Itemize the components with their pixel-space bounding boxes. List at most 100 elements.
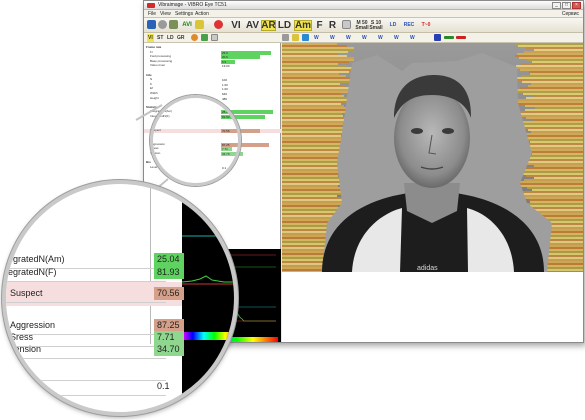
- vi-tab[interactable]: VI: [147, 34, 154, 42]
- chart-icon[interactable]: [195, 20, 204, 29]
- aura-stripe: [282, 79, 355, 81]
- color-bar-green: [444, 36, 454, 39]
- aura-stripe: [282, 71, 349, 73]
- open-icon[interactable]: [158, 20, 167, 29]
- ld-toggle[interactable]: LD: [387, 20, 399, 31]
- stop-icon[interactable]: [214, 20, 223, 29]
- aura-stripe: [518, 99, 583, 101]
- am-button[interactable]: Am: [294, 20, 312, 31]
- aura-stripe: [282, 125, 342, 127]
- save-icon[interactable]: [147, 20, 156, 29]
- aura-stripe: [282, 123, 343, 125]
- color-icon-blue[interactable]: [434, 34, 441, 41]
- parameter-value: 480: [222, 96, 228, 101]
- aura-stripe: [527, 187, 583, 189]
- magnified-histogram: [181, 184, 234, 412]
- aura-stripe: [517, 103, 583, 105]
- graph-icon[interactable]: [342, 20, 351, 29]
- aura-stripe: [282, 143, 344, 145]
- mode-icon[interactable]: [292, 34, 299, 41]
- maximize-button[interactable]: □: [562, 2, 571, 9]
- view-icon[interactable]: [302, 34, 309, 41]
- right-eye: [442, 128, 454, 134]
- w-button-5[interactable]: W: [378, 34, 383, 42]
- minimize-button[interactable]: _: [552, 2, 561, 9]
- magnified-row-separator: [6, 302, 166, 303]
- st-tab[interactable]: ST: [157, 34, 163, 42]
- aura-stripe: [518, 115, 583, 117]
- w-button-7[interactable]: W: [410, 34, 415, 42]
- t-toggle[interactable]: T~0: [420, 20, 432, 31]
- aura-stripe: [282, 57, 354, 59]
- f-button[interactable]: F: [315, 20, 324, 31]
- aura-stripe: [519, 185, 583, 187]
- magnified-label: Bio: [4, 366, 18, 376]
- w-button-1[interactable]: W: [314, 34, 319, 42]
- aura-stripe: [525, 105, 583, 107]
- aura-stripe: [526, 175, 583, 177]
- s10-toggle[interactable]: S 10 Small: [369, 20, 382, 31]
- title-bar[interactable]: Vibraimage - VIBRO Eye TC51 _ □ ×: [144, 1, 583, 10]
- settings-icon[interactable]: [191, 34, 198, 41]
- w-button-6[interactable]: W: [394, 34, 399, 42]
- magnified-value: 70.56: [154, 287, 184, 300]
- aura-stripe: [282, 105, 344, 107]
- avi-button[interactable]: AVI: [180, 20, 194, 31]
- aura-stripe: [527, 59, 583, 61]
- m50-toggle[interactable]: M 50 Small: [355, 20, 368, 31]
- ld-button[interactable]: LD: [277, 20, 292, 31]
- aura-stripe: [528, 129, 583, 131]
- aura-stripe: [517, 123, 583, 125]
- magnified-value: 25.04: [154, 253, 184, 266]
- magnified-value: 81.93: [154, 266, 184, 279]
- menu-view[interactable]: View: [160, 10, 171, 18]
- magnified-row-separator: [6, 358, 166, 359]
- w-button-2[interactable]: W: [330, 34, 335, 42]
- ar-button[interactable]: AR: [261, 20, 276, 31]
- parameter-row: K 1.00: [144, 82, 281, 87]
- grid-icon[interactable]: [211, 34, 218, 41]
- menu-file[interactable]: File: [148, 10, 156, 18]
- aura-stripe: [526, 167, 583, 169]
- aura-stripe: [516, 77, 583, 79]
- aura-stripe: [530, 141, 583, 143]
- aura-stripe: [520, 127, 583, 129]
- aura-stripe: [518, 45, 583, 47]
- aura-stripe: [282, 163, 346, 165]
- aura-stripe: [518, 173, 583, 175]
- gr-tab[interactable]: GR: [177, 34, 185, 42]
- r-button[interactable]: R: [328, 20, 337, 31]
- aura-stripe: [522, 133, 583, 135]
- rec-toggle[interactable]: REC: [402, 20, 416, 31]
- aura-stripe: [282, 93, 341, 95]
- camera-icon[interactable]: [169, 20, 178, 29]
- aura-stripe: [535, 107, 583, 109]
- magnified-label: Suspect: [10, 288, 43, 298]
- magnified-label: Tension: [10, 344, 42, 354]
- aura-stripe: [522, 191, 583, 193]
- menu-settings[interactable]: Settings: [175, 10, 193, 18]
- w-button-4[interactable]: W: [362, 34, 367, 42]
- aura-stripe: [518, 169, 583, 171]
- info-icon[interactable]: [201, 34, 208, 41]
- aura-stripe: [282, 111, 351, 113]
- aura-stripe: [526, 117, 583, 119]
- aura-stripe: [282, 173, 346, 175]
- aura-stripe: [517, 111, 583, 113]
- aura-stripe: [521, 75, 583, 77]
- magnifier-lens: IntegratedN(Am) 25.04 IntegratedN(F) 81.93 S…: [2, 180, 238, 416]
- av-button[interactable]: AV: [245, 20, 260, 31]
- menu-action[interactable]: Action: [195, 10, 209, 18]
- aura-stripe: [523, 121, 583, 123]
- vi-button[interactable]: VI: [229, 20, 243, 31]
- ld-tab[interactable]: LD: [167, 34, 174, 42]
- aura-stripe: [282, 45, 347, 47]
- w-button-3[interactable]: W: [346, 34, 351, 42]
- menu-service[interactable]: Сервис: [562, 10, 579, 18]
- parameter-label: Level: [150, 164, 158, 169]
- aura-stripe: [282, 101, 351, 103]
- video-frame: adidas: [282, 43, 583, 272]
- aura-stripe: [282, 203, 348, 205]
- camera-small-icon[interactable]: [282, 34, 289, 41]
- close-button[interactable]: ×: [572, 2, 581, 9]
